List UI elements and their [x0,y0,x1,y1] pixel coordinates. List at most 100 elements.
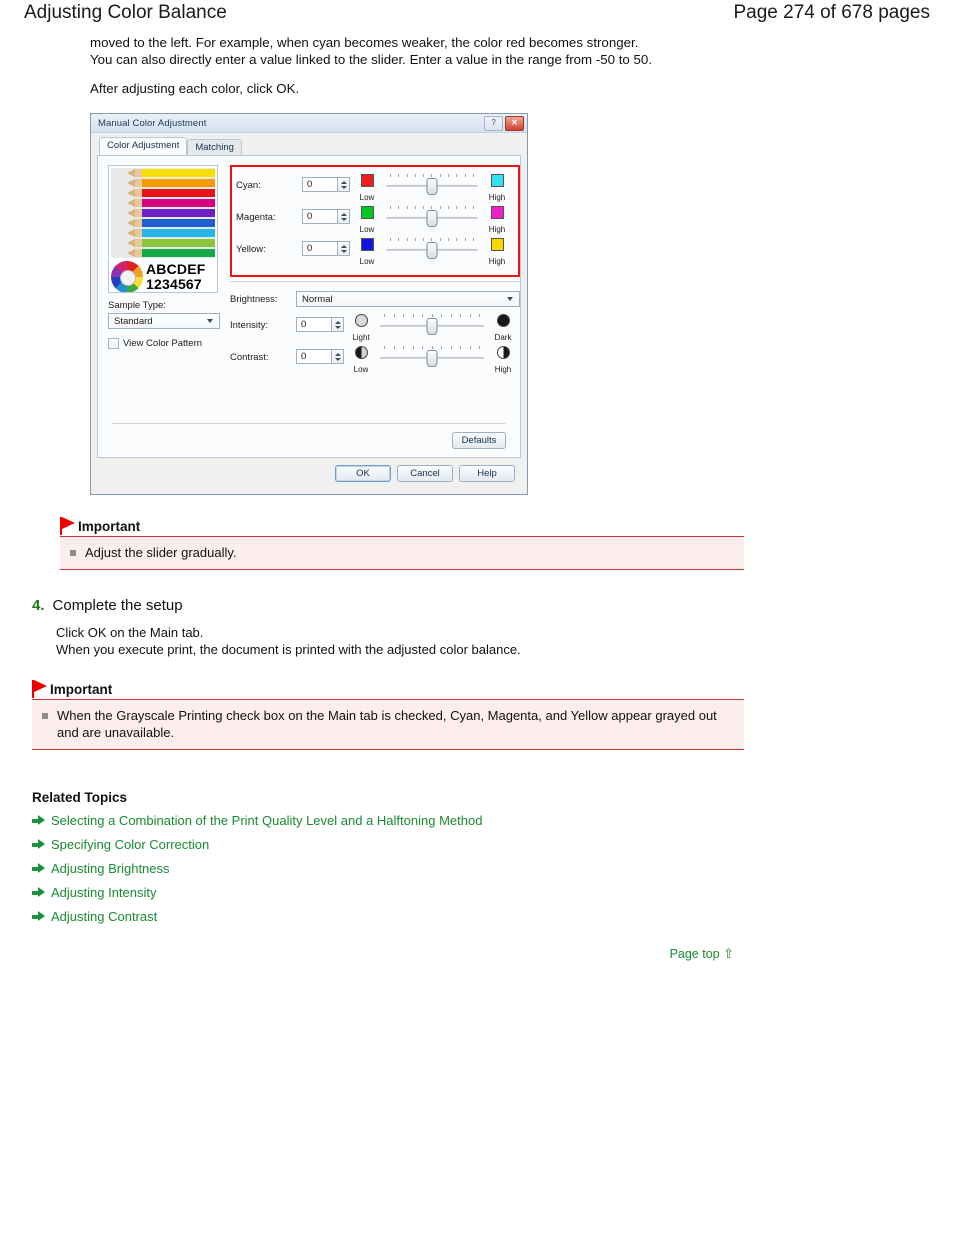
yellow-label: Yellow: [236,244,266,255]
intensity-dark-cap: Dark [486,314,520,342]
related-link-3-label[interactable]: Adjusting Brightness [51,861,170,876]
help-icon[interactable]: ? [484,115,503,131]
bullet-icon [70,550,76,556]
sample-preview: ABCDEF 1234567 [108,165,218,293]
cyan-stepper[interactable] [338,177,350,192]
important-item: Adjust the slider gradually. [70,544,734,561]
cyan-low-label: Low [359,193,375,202]
related-topics-section: Related Topics Selecting a Combination o… [32,790,930,924]
magenta-low-cap: Low [350,206,384,234]
intensity-value-field[interactable]: 0 [296,317,332,332]
related-link-5[interactable]: Adjusting Contrast [32,909,930,924]
page-top-link[interactable]: Page top ⇧ [24,946,930,962]
page-number-label: Page 274 of 678 pages [733,2,930,23]
step-number: 4. [32,597,45,614]
dialog-footer: OK Cancel Help [97,458,521,488]
related-link-1-label[interactable]: Selecting a Combination of the Print Qua… [51,813,482,828]
cancel-button[interactable]: Cancel [397,465,453,482]
view-color-pattern-row[interactable]: View Color Pattern [108,338,220,349]
important-box-1: Adjust the slider gradually. [60,536,744,570]
intro-line-3: After adjusting each color, click OK. [90,81,300,96]
contrast-slider[interactable] [378,346,486,367]
yellow-low-cap: Low [350,238,384,266]
preview-column: ABCDEF 1234567 Sample Type: Standard Vie… [108,165,220,377]
step-4-line-2: When you execute print, the document is … [56,642,521,657]
step-4: 4. Complete the setup [32,596,930,616]
yellow-high-swatch-icon [490,238,504,251]
magenta-high-cap: High [480,206,514,234]
arrow-right-icon [32,863,45,874]
intro-line-2: You can also directly enter a value link… [90,52,653,67]
magenta-value: 0 [307,211,313,222]
related-link-1[interactable]: Selecting a Combination of the Print Qua… [32,813,930,828]
cyan-high-cap: High [480,174,514,202]
contrast-stepper[interactable] [332,349,344,364]
intro-line-1: moved to the left. For example, when cya… [90,35,639,50]
yellow-stepper[interactable] [338,241,350,256]
important-title-2: Important [50,681,113,697]
intensity-light-cap: Light [344,314,378,342]
contrast-slider-row: Contrast: 0 Low High [230,345,520,377]
yellow-low-swatch-icon [360,238,374,251]
magenta-value-field[interactable]: 0 [302,209,338,224]
related-link-4[interactable]: Adjusting Intensity [32,885,930,900]
yellow-slider[interactable] [384,238,480,259]
tab-color-adjustment[interactable]: Color Adjustment [99,137,188,155]
circle-dark-icon [496,314,510,327]
preview-sample-text: ABCDEF 1234567 [146,262,206,291]
defaults-button[interactable]: Defaults [452,432,506,449]
step-title: Complete the setup [52,597,183,614]
intensity-slider[interactable] [378,314,486,335]
brightness-label: Brightness: [230,293,278,305]
tab-matching[interactable]: Matching [187,139,242,156]
contrast-high-cap: High [486,346,520,374]
sample-type-value: Standard [114,315,153,327]
important-item-text: When the Grayscale Printing check box on… [57,708,717,740]
magenta-slider[interactable] [384,206,480,227]
related-link-2[interactable]: Specifying Color Correction [32,837,930,852]
sample-type-select[interactable]: Standard [108,313,220,329]
important-heading-1: Important [60,517,930,535]
magenta-slider-thumb[interactable] [426,209,438,227]
view-color-pattern-checkbox[interactable] [108,338,119,349]
important-item-text: Adjust the slider gradually. [85,545,237,560]
page-top-label: Page top [669,947,720,961]
pencil-sample-image [111,168,215,258]
view-color-pattern-label: View Color Pattern [123,338,203,349]
controls-column: Cyan: 0 Low High Magenta: 0 Low High Yel… [230,165,520,377]
magenta-label: Magenta: [236,212,276,223]
intensity-value: 0 [301,319,307,330]
arrow-right-icon [32,839,45,850]
bullet-icon [42,713,48,719]
related-link-5-label[interactable]: Adjusting Contrast [51,909,157,924]
contrast-value-field[interactable]: 0 [296,349,332,364]
related-link-3[interactable]: Adjusting Brightness [32,861,930,876]
contrast-value: 0 [301,351,307,362]
important-flag-icon [32,680,48,698]
intensity-slider-thumb[interactable] [426,317,438,335]
magenta-high-label: High [488,225,506,234]
cyan-slider[interactable] [384,174,480,195]
magenta-stepper[interactable] [338,209,350,224]
help-button[interactable]: Help [459,465,515,482]
intensity-light-label: Light [352,333,370,342]
dialog-window-buttons: ? ✕ [484,115,524,131]
related-link-4-label[interactable]: Adjusting Intensity [51,885,157,900]
cyan-slider-thumb[interactable] [426,177,438,195]
contrast-slider-thumb[interactable] [426,349,438,367]
related-link-2-label[interactable]: Specifying Color Correction [51,837,209,852]
brightness-select[interactable]: Normal [296,291,520,307]
sample-text-letters: ABCDEF [146,261,206,278]
arrow-right-icon [32,911,45,922]
important-box-2: When the Grayscale Printing check box on… [32,699,744,750]
contrast-low-cap: Low [344,346,378,374]
close-icon[interactable]: ✕ [505,115,524,131]
cyan-value-field[interactable]: 0 [302,177,338,192]
important-heading-2: Important [32,680,930,698]
contrast-high-icon [496,346,510,359]
ok-button[interactable]: OK [335,465,391,482]
yellow-slider-thumb[interactable] [426,241,438,259]
intensity-label: Intensity: [230,320,269,331]
yellow-value-field[interactable]: 0 [302,241,338,256]
intensity-stepper[interactable] [332,317,344,332]
